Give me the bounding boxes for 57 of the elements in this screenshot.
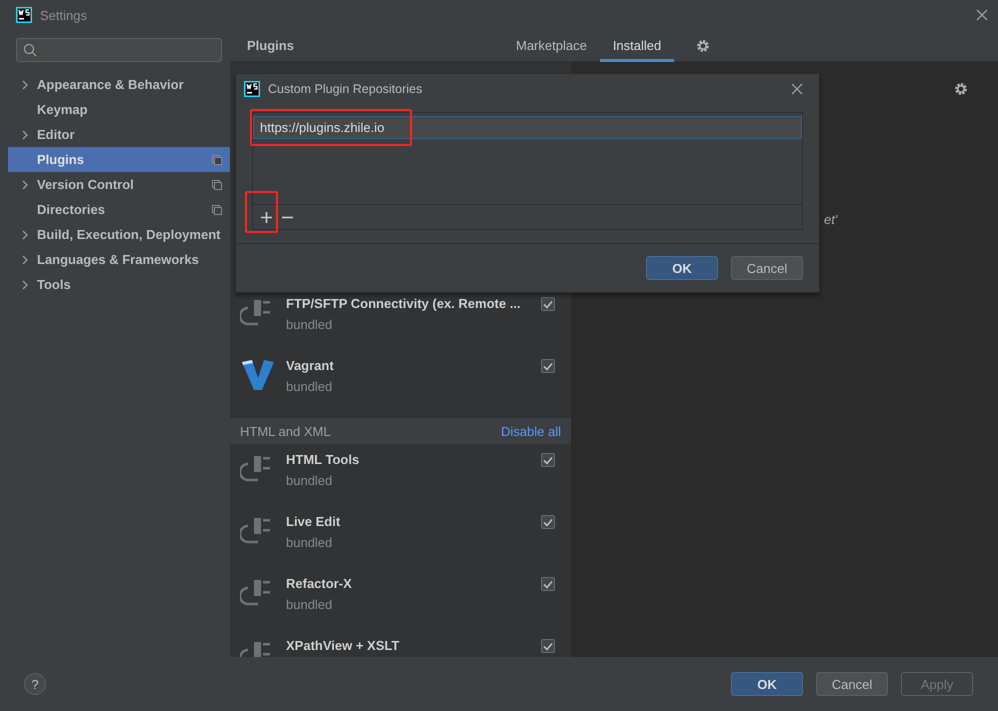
chevron-icon (22, 180, 29, 190)
sidebar-item[interactable]: Appearance & Behavior (8, 72, 230, 97)
checkbox[interactable] (541, 639, 555, 653)
settings-icon[interactable] (954, 82, 968, 96)
add-icon[interactable] (261, 212, 272, 222)
dialog-title: Custom Plugin Repositories (268, 82, 424, 96)
dialog-button[interactable]: OK (731, 672, 803, 696)
sidebar-item[interactable]: Version Control (8, 172, 230, 197)
help-button[interactable]: ? (24, 673, 46, 695)
app-logo-icon (244, 81, 260, 97)
chevron-icon (22, 230, 29, 240)
plugin-status: bundled (286, 379, 334, 394)
description-text: et' (824, 212, 838, 227)
dialog-button[interactable]: Cancel (816, 672, 888, 696)
dialog-button[interactable]: OK (646, 256, 718, 280)
chevron-icon (22, 280, 29, 290)
chevron-icon (22, 130, 29, 140)
repository-url-field[interactable]: https://plugins.zhile.io (253, 116, 802, 139)
checkbox[interactable] (541, 359, 555, 373)
plugin-status: bundled (286, 597, 334, 612)
window-title: Settings (40, 8, 88, 22)
plugin-name: XPathView + XSLT (286, 638, 400, 653)
sidebar-item[interactable]: Languages & Frameworks (8, 247, 230, 272)
settings-icon[interactable] (696, 38, 710, 52)
disable-all-link[interactable]: Disable all (501, 424, 561, 438)
search-field[interactable] (16, 38, 222, 62)
copy-icon (212, 154, 222, 164)
chevron-icon (22, 80, 29, 90)
plugin-status: bundled (286, 317, 334, 332)
plugin-name: Vagrant (286, 358, 335, 373)
section-title: HTML and XML (240, 424, 331, 438)
sidebar-item[interactable]: Directories (8, 197, 230, 222)
plugin-status: bundled (286, 535, 334, 550)
copy-icon (212, 180, 222, 190)
sidebar-item[interactable]: Editor (8, 122, 230, 147)
app-logo-icon (16, 7, 32, 23)
plugin-status: bundled (286, 473, 334, 488)
tab[interactable]: Marketplace (503, 30, 600, 62)
page-title: Plugins (247, 38, 295, 53)
search-icon (23, 43, 37, 57)
chevron-icon (22, 254, 29, 264)
close-icon[interactable] (976, 9, 988, 21)
copy-icon (212, 204, 222, 214)
sidebar-item[interactable]: Build, Execution, Deployment (8, 222, 230, 247)
checkbox[interactable] (541, 297, 555, 311)
sidebar-item[interactable]: Keymap (8, 97, 230, 122)
plugin-name: FTP/SFTP Connectivity (ex. Remote ... (286, 296, 522, 311)
checkbox[interactable] (541, 577, 555, 591)
plugin-name: Live Edit (286, 514, 342, 529)
checkbox[interactable] (541, 515, 555, 529)
sidebar-item[interactable]: Tools (8, 272, 230, 297)
plugin-name: Refactor-X (286, 576, 353, 591)
sidebar-item[interactable]: Plugins (8, 147, 230, 172)
plugin-name: HTML Tools (286, 452, 360, 467)
checkbox[interactable] (541, 453, 555, 467)
close-icon[interactable] (791, 83, 803, 95)
dialog-button[interactable]: Cancel (731, 256, 803, 280)
